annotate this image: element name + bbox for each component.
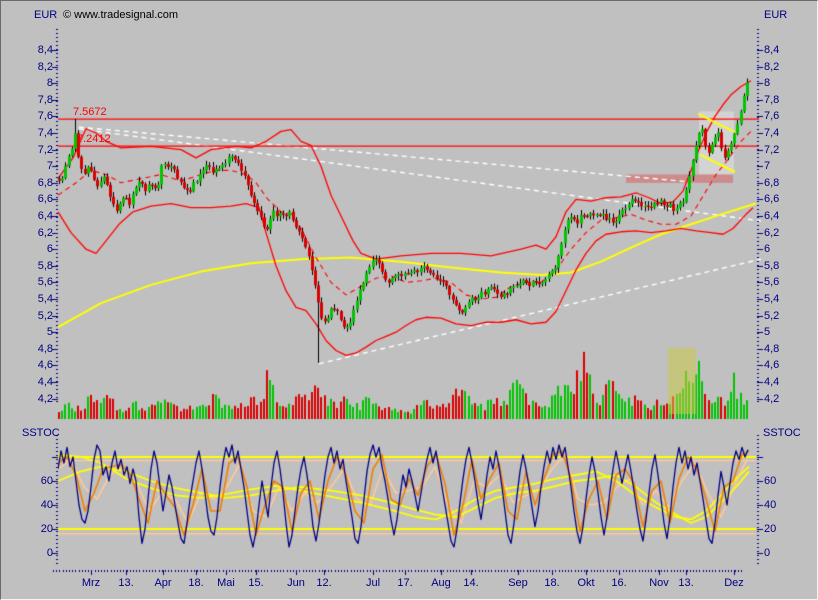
chart-canvas bbox=[1, 1, 818, 600]
price-axis-label: 4,2 bbox=[764, 393, 779, 405]
price-axis-label: 5,4 bbox=[764, 293, 779, 305]
date-label: 15. bbox=[248, 577, 263, 589]
price-axis-label: 6,2 bbox=[764, 227, 779, 239]
price-axis-label: 8,2 bbox=[38, 61, 53, 73]
price-axis-label: 7,8 bbox=[764, 94, 779, 106]
date-label: 13. bbox=[118, 577, 133, 589]
date-label: Apr bbox=[154, 577, 171, 589]
price-axis-label: 5,6 bbox=[764, 276, 779, 288]
price-axis-label: 7 bbox=[47, 160, 53, 172]
copyright-watermark: © www.tradesignal.com bbox=[63, 9, 178, 21]
date-label: Aug bbox=[431, 577, 451, 589]
sstoc-axis-label: 20 bbox=[41, 523, 53, 535]
date-label: 18. bbox=[188, 577, 203, 589]
sstoc-panel-label-right: SSTOC bbox=[763, 427, 801, 439]
price-axis-label: 6,6 bbox=[764, 193, 779, 205]
date-label: 14. bbox=[463, 577, 478, 589]
date-label: Mai bbox=[217, 577, 235, 589]
price-axis-label: 6,2 bbox=[38, 227, 53, 239]
price-axis-label: 6,8 bbox=[38, 177, 53, 189]
date-label: Sep bbox=[508, 577, 528, 589]
sstoc-axis-label: 0 bbox=[47, 547, 53, 559]
price-axis-label: 5 bbox=[764, 326, 770, 338]
date-label: Jul bbox=[366, 577, 380, 589]
date-label: 17. bbox=[397, 577, 412, 589]
price-axis-label: 5,6 bbox=[38, 276, 53, 288]
price-axis-label: 4,2 bbox=[38, 393, 53, 405]
currency-label-right: EUR bbox=[764, 9, 787, 21]
sstoc-axis-label: 60 bbox=[764, 475, 776, 487]
price-axis-label: 6 bbox=[764, 243, 770, 255]
price-axis-label: 8 bbox=[764, 77, 770, 89]
price-axis-label: 4,6 bbox=[38, 359, 53, 371]
price-axis-label: 8,4 bbox=[764, 44, 779, 56]
price-axis-label: 6,6 bbox=[38, 193, 53, 205]
price-axis-label: 5 bbox=[47, 326, 53, 338]
price-axis-label: 6 bbox=[47, 243, 53, 255]
price-axis-label: 6,4 bbox=[764, 210, 779, 222]
date-label: Mrz bbox=[82, 577, 100, 589]
price-axis-label: 7,4 bbox=[38, 127, 53, 139]
chart-window: EUR © www.tradesignal.com EUR 7.5672 7.2… bbox=[0, 0, 818, 600]
sstoc-axis-label: 40 bbox=[41, 499, 53, 511]
price-axis-label: 4,8 bbox=[764, 343, 779, 355]
date-label: Jun bbox=[287, 577, 305, 589]
price-axis-label: 5,2 bbox=[764, 310, 779, 322]
sstoc-axis-label: 0 bbox=[764, 547, 770, 559]
price-axis-label: 8 bbox=[47, 77, 53, 89]
price-axis-label: 5,4 bbox=[38, 293, 53, 305]
date-label: 16. bbox=[611, 577, 626, 589]
price-axis-label: 6,8 bbox=[764, 177, 779, 189]
date-label: 12. bbox=[316, 577, 331, 589]
price-axis-label: 7,2 bbox=[38, 144, 53, 156]
price-axis-label: 8,2 bbox=[764, 61, 779, 73]
date-label: Okt bbox=[577, 577, 594, 589]
price-axis-label: 4,8 bbox=[38, 343, 53, 355]
price-axis-label: 5,8 bbox=[38, 260, 53, 272]
price-axis-label: 7,6 bbox=[38, 110, 53, 122]
price-axis-label: 7,4 bbox=[764, 127, 779, 139]
price-axis-label: 7,6 bbox=[764, 110, 779, 122]
price-axis-label: 4,4 bbox=[764, 376, 779, 388]
price-axis-label: 4,6 bbox=[764, 359, 779, 371]
date-label: 18. bbox=[544, 577, 559, 589]
sstoc-axis-label: 40 bbox=[764, 499, 776, 511]
date-label: 13. bbox=[678, 577, 693, 589]
date-label: Nov bbox=[649, 577, 669, 589]
price-axis-label: 4,4 bbox=[38, 376, 53, 388]
date-label: Dez bbox=[724, 577, 744, 589]
price-axis-label: 7 bbox=[764, 160, 770, 172]
price-axis-label: 7,2 bbox=[764, 144, 779, 156]
sstoc-axis-label: 60 bbox=[41, 475, 53, 487]
currency-label-left: EUR bbox=[34, 9, 57, 21]
sstoc-axis-label: 20 bbox=[764, 523, 776, 535]
price-axis-label: 5,8 bbox=[764, 260, 779, 272]
level-label-7-2412: 7.2412 bbox=[77, 133, 111, 145]
level-label-7-5672: 7.5672 bbox=[73, 106, 107, 118]
price-axis-label: 7,8 bbox=[38, 94, 53, 106]
price-axis-label: 6,4 bbox=[38, 210, 53, 222]
sstoc-panel-label-left: SSTOC bbox=[22, 427, 60, 439]
price-axis-label: 5,2 bbox=[38, 310, 53, 322]
price-axis-label: 8,4 bbox=[38, 44, 53, 56]
